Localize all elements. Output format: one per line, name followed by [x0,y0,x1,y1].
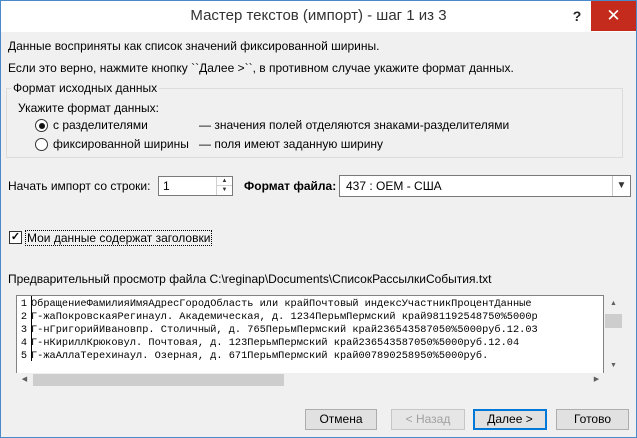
spin-down-icon[interactable]: ▼ [217,186,232,195]
delimited-description: — значения полей отделяются знаками-разд… [199,118,510,132]
row-number: 2 [20,311,28,323]
delimited-label[interactable]: с разделителями [53,118,148,132]
row-text: Г-нКириллКрюковул. Почтовая, д. 123Перьм… [31,337,520,349]
title-bar: Мастер текстов (импорт) - шаг 1 из 3 ? ✕ [1,1,636,32]
finish-button[interactable]: Готово [556,409,629,430]
delimited-radio[interactable] [35,119,48,132]
vertical-scroll-thumb[interactable] [605,314,622,328]
preview-row: 5 Г-жаАллаТерехинаул. Озерная, д. 671Перь… [17,350,603,363]
scroll-left-icon[interactable]: ◀ [16,373,33,387]
preview-row: 2 Г-жаПокровскаяРегинаул. Академическая, … [17,311,603,324]
row-text: Г-жаАллаТерехинаул. Озерная, д. 671Перьм… [31,350,489,362]
source-format-group-title: Формат исходных данных [11,81,160,95]
preview-row: 1 ОбращениеФамилияИмяАдресГородОбласть ил… [17,298,603,311]
fixed-width-description: — поля имеют заданную ширину [199,137,384,151]
close-button[interactable]: ✕ [591,1,636,31]
file-format-value[interactable]: 437 : OEM - США [346,179,442,193]
start-row-value[interactable]: 1 [163,179,170,193]
help-button[interactable]: ? [564,5,590,27]
scroll-right-icon[interactable]: ▶ [588,373,605,387]
format-prompt: Укажите формат данных: [18,101,159,115]
spin-up-icon[interactable]: ▲ [217,177,232,186]
file-format-label: Формат файла: [244,179,337,193]
preview-label: Предварительный просмотр файла C:\regina… [8,272,492,286]
preview-row: 4 Г-нКириллКрюковул. Почтовая, д. 123Перь… [17,337,603,350]
cancel-button[interactable]: Отмена [305,409,377,430]
headers-checkbox-label[interactable]: Мои данные содержат заголовки [25,230,213,246]
file-format-select[interactable]: 437 : OEM - США ▼ [339,175,631,197]
row-number: 5 [20,350,28,362]
horizontal-scroll-thumb[interactable] [33,374,284,386]
scroll-up-icon[interactable]: ▲ [605,297,622,311]
spinner-buttons: ▲ ▼ [216,177,232,195]
row-text: ОбращениеФамилияИмяАдресГородОбласть или… [31,298,532,310]
intro-line-1: Данные восприняты как список значений фи… [8,39,380,53]
row-number: 3 [20,324,28,336]
preview-row: 3 Г-нГригорийИвановпр. Столичный, д. 765П… [17,324,603,337]
scroll-down-icon[interactable]: ▼ [605,359,622,373]
row-number: 1 [20,298,28,310]
start-row-label: Начать импорт со строки: [8,179,151,193]
back-button[interactable]: < Назад [391,409,465,430]
start-row-spinner[interactable]: 1 ▲ ▼ [158,176,233,196]
row-number: 4 [20,337,28,349]
intro-line-2: Если это верно, нажмите кнопку ``Далее >… [8,61,514,75]
fixed-width-label[interactable]: фиксированной ширины [53,137,189,151]
row-text: Г-жаПокровскаяРегинаул. Академическая, д… [31,311,538,323]
chevron-down-icon[interactable]: ▼ [612,176,630,196]
headers-checkbox[interactable]: ✓ [9,231,22,244]
fixed-width-radio[interactable] [35,138,48,151]
dialog-title: Мастер текстов (импорт) - шаг 1 из 3 [190,7,447,24]
row-text: Г-нГригорийИвановпр. Столичный, д. 765Пе… [31,324,538,336]
text-import-wizard-dialog: Мастер текстов (импорт) - шаг 1 из 3 ? ✕… [0,0,637,438]
next-button[interactable]: Далее > [473,409,547,430]
